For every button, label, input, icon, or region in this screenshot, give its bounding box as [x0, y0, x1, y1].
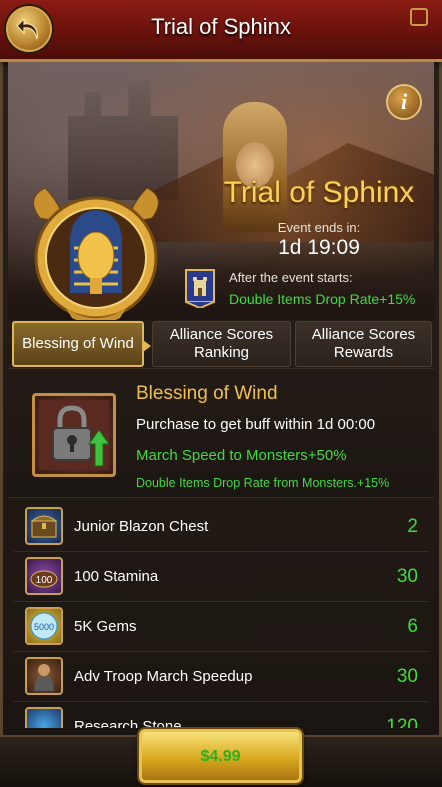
after-event-label: After the event starts:: [229, 270, 353, 285]
tab-blessing-of-wind[interactable]: Blessing of Wind: [12, 321, 151, 367]
page-title: Trial of Sphinx: [151, 14, 291, 39]
header-bar: Trial of Sphinx: [0, 0, 442, 62]
blessing-panel: Blessing of Wind Purchase to get buff wi…: [8, 368, 434, 498]
tab-bar: Blessing of Wind Alliance Scores Ranking…: [12, 321, 432, 367]
gems-icon: 5000: [25, 607, 63, 645]
tab-label: Blessing of Wind: [22, 335, 134, 352]
after-event-bonus: Double Items Drop Rate+15%: [229, 291, 416, 307]
purchase-price: $4.99: [200, 748, 241, 765]
item-name: Adv Troop March Speedup: [74, 668, 253, 685]
event-countdown: 1d 19:09: [278, 236, 360, 259]
item-quantity: 2: [407, 516, 418, 537]
list-item: 100 100 Stamina 30: [14, 552, 428, 602]
purchase-button[interactable]: $4.99: [139, 729, 302, 783]
info-icon: i: [400, 89, 408, 114]
reward-list[interactable]: Junior Blazon Chest 2 100 100 Stamina 30…: [14, 502, 428, 728]
item-quantity: 30: [396, 666, 418, 687]
chest-icon: [25, 507, 63, 545]
list-item: Junior Blazon Chest 2: [14, 502, 428, 552]
item-name: Research Stone: [74, 718, 182, 728]
pharaoh-medallion-icon: [33, 187, 159, 320]
list-item: Adv Troop March Speedup 30: [14, 652, 428, 702]
stamina-icon: 100: [25, 557, 63, 595]
svg-text:100: 100: [36, 575, 53, 586]
tab-label: Alliance Scores Ranking: [169, 326, 274, 361]
event-banner: i Trial of Sphinx Event ends in: 1d 19:0…: [8, 62, 434, 320]
alliance-banner-icon: [185, 269, 215, 308]
info-button[interactable]: i: [386, 84, 422, 120]
item-name: 100 Stamina: [74, 568, 159, 585]
research-stone-icon: [25, 707, 63, 728]
list-item: 5000 5K Gems 6: [14, 602, 428, 652]
blessing-buff-2: Double Items Drop Rate from Monsters.+15…: [136, 476, 390, 490]
item-quantity: 30: [396, 566, 418, 587]
blessing-icon: [32, 393, 116, 477]
item-name: Junior Blazon Chest: [74, 518, 209, 535]
tab-alliance-scores-rewards[interactable]: Alliance Scores Rewards: [295, 321, 432, 367]
tab-label: Alliance Scores Rewards: [311, 326, 416, 361]
item-name: 5K Gems: [74, 618, 137, 635]
active-tab-arrow-icon: [143, 340, 151, 352]
blessing-title: Blessing of Wind: [136, 383, 278, 404]
tab-alliance-scores-ranking[interactable]: Alliance Scores Ranking: [152, 321, 291, 367]
blessing-purchase-text: Purchase to get buff within 1d 00:00: [136, 416, 376, 433]
event-title: Trial of Sphinx: [223, 176, 415, 209]
event-ends-label: Event ends in:: [277, 220, 361, 235]
item-quantity: 6: [407, 616, 418, 637]
svg-text:5000: 5000: [34, 622, 54, 632]
troop-icon: [25, 657, 63, 695]
item-quantity: 120: [386, 716, 418, 728]
blessing-buff-1: March Speed to Monsters+50%: [136, 447, 347, 464]
lock-speed-icon: [39, 400, 110, 470]
corner-ornament: [410, 8, 428, 26]
list-item: Research Stone 120: [14, 702, 428, 728]
